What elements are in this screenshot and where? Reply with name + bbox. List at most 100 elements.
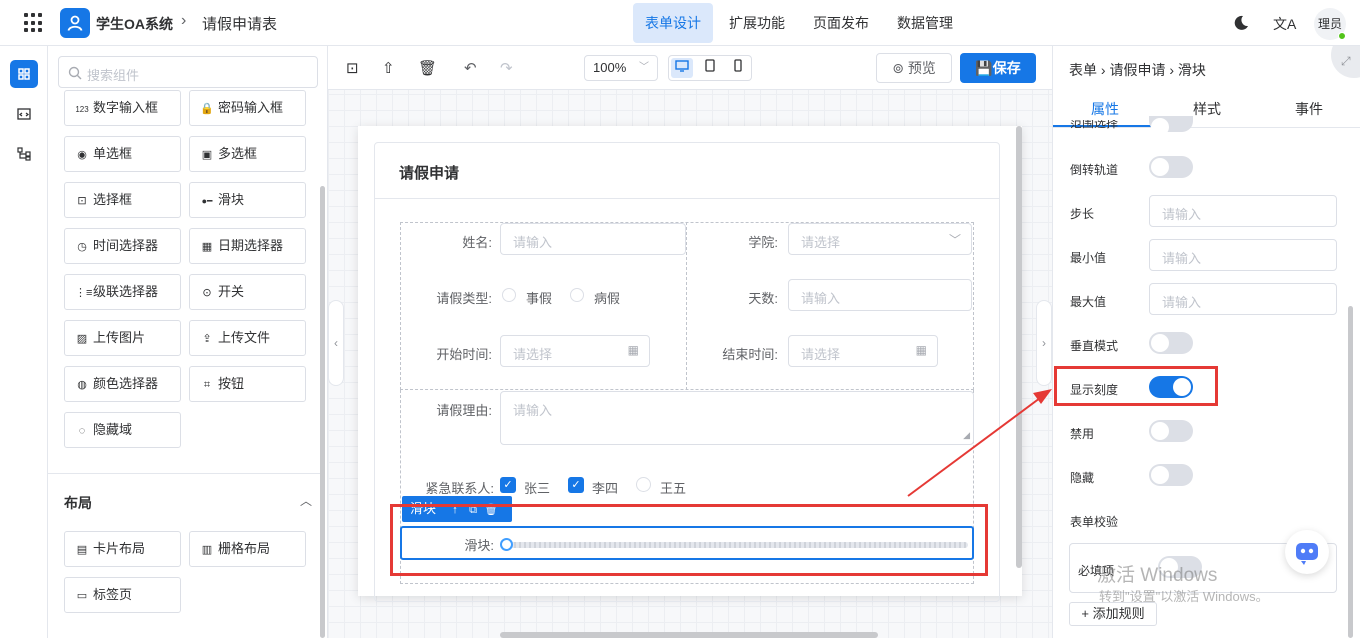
step-input[interactable]: 请输入 — [1149, 195, 1337, 227]
comp-checkbox[interactable]: ▣ 多选框 — [189, 136, 306, 172]
collapse-right-button[interactable]: › — [1036, 300, 1052, 386]
canvas-vertical-scrollbar[interactable] — [1016, 126, 1022, 568]
avatar[interactable]: 理员 — [1314, 8, 1346, 40]
comp-tabs[interactable]: ▭ 标签页 — [64, 577, 181, 613]
reverse-label: 倒转轨道 — [1070, 163, 1119, 177]
component-search-input[interactable]: 搜索组件 — [58, 56, 318, 88]
comp-grid-layout[interactable]: ▥ 栅格布局 — [189, 531, 306, 567]
fullscreen-corner[interactable]: ⤢ — [1331, 46, 1360, 78]
start-date-picker[interactable]: 请选择 ▦ — [500, 335, 650, 367]
comp-upload-file[interactable]: ⇪ 上传文件 — [189, 320, 306, 356]
comp-slider[interactable]: ●━ 滑块 — [189, 182, 306, 218]
comp-label: 单选框 — [93, 146, 133, 161]
comp-date-picker[interactable]: ▦ 日期选择器 — [189, 228, 306, 264]
max-input[interactable]: 请输入 — [1149, 283, 1337, 315]
college-select[interactable]: 请选择 ﹀ — [788, 223, 972, 255]
comp-cascader[interactable]: ⋮≡级联选择器 — [64, 274, 181, 310]
comp-password-input[interactable]: 🔒 密码输入框 — [189, 90, 306, 126]
mobile-icon[interactable] — [727, 58, 749, 78]
clock-icon: ◷ — [77, 241, 87, 253]
tree-icon[interactable] — [10, 140, 38, 168]
tab-attributes[interactable]: 属性 — [1055, 99, 1155, 119]
radio-sick-leave-label: 病假 — [594, 291, 621, 306]
tab-publish[interactable]: 页面发布 — [801, 3, 881, 43]
comp-label: 标签页 — [93, 587, 133, 602]
checkbox-lisi[interactable]: ✓ — [568, 477, 584, 493]
panel-scrollbar[interactable] — [320, 186, 325, 638]
disabled-switch[interactable] — [1149, 420, 1193, 442]
export-icon[interactable]: ⇧ — [382, 59, 395, 77]
undo-icon[interactable]: ↶ — [464, 59, 477, 77]
radio-sick-leave[interactable] — [570, 288, 584, 302]
device-switcher — [668, 55, 752, 81]
collapse-left-button[interactable]: ‹ — [328, 300, 344, 386]
college-label: 学院: — [748, 235, 778, 250]
comp-number-input[interactable]: 123 数字输入框 — [64, 90, 181, 126]
canvas-horizontal-scrollbar[interactable] — [500, 632, 878, 638]
tab-data-management[interactable]: 数据管理 — [885, 3, 965, 43]
end-placeholder: 请选择 — [801, 347, 841, 362]
top-bar: 学生OA系统 › 请假申请表 表单设计 扩展功能 页面发布 数据管理 文A 理员 — [0, 0, 1360, 46]
grid-column-divider — [686, 222, 687, 390]
calendar-icon: ▦ — [627, 343, 639, 357]
vertical-switch[interactable] — [1149, 332, 1193, 354]
component-panel: 搜索组件 123 数字输入框 🔒 密码输入框 ◉ 单选框 ▣ 多选框 ⊡ 选择框 ●━ 滑块… — [48, 46, 328, 638]
canvas-toolbar: ⊡ ⇧ 🗑 ↶ ↷ 100% ﹀ ⊚ 预览 💾保存 — [328, 46, 1052, 90]
days-label: 天数: — [748, 291, 778, 306]
code-view-icon[interactable]: ⊡ — [346, 59, 359, 77]
redo-icon[interactable]: ↷ — [500, 59, 513, 77]
button-icon: ⌗ — [203, 379, 211, 391]
delete-icon[interactable]: 🗑 — [418, 59, 437, 77]
resize-handle-icon[interactable]: ◢ — [963, 430, 970, 441]
components-icon[interactable] — [10, 60, 38, 88]
hidden-switch[interactable] — [1149, 464, 1193, 486]
switch-icon: ⊙ — [202, 287, 212, 299]
palette-icon: ◍ — [77, 379, 87, 391]
apps-grid-icon[interactable] — [24, 13, 44, 33]
properties-scrollbar[interactable] — [1348, 306, 1353, 638]
comp-label: 时间选择器 — [93, 238, 159, 253]
comp-time-picker[interactable]: ◷ 时间选择器 — [64, 228, 181, 264]
preview-button[interactable]: ⊚ 预览 — [876, 53, 952, 83]
dark-mode-icon[interactable] — [1232, 14, 1250, 32]
add-rule-button[interactable]: + 添加规则 — [1069, 602, 1157, 626]
user-name: 理员 — [1317, 17, 1342, 31]
online-status-dot — [1338, 32, 1346, 40]
checkbox-zhangsan[interactable]: ✓ — [500, 477, 516, 493]
name-input[interactable]: 请输入 — [500, 223, 686, 255]
comp-color-picker[interactable]: ◍ 颜色选择器 — [64, 366, 181, 402]
tab-form-design[interactable]: 表单设计 — [633, 3, 713, 43]
disabled-label: 禁用 — [1070, 427, 1095, 441]
checkbox-lisi-label: 李四 — [592, 481, 619, 496]
comp-radio[interactable]: ◉ 单选框 — [64, 136, 181, 172]
preview-icon: ⊚ — [892, 60, 904, 76]
comp-button[interactable]: ⌗ 按钮 — [189, 366, 306, 402]
days-input[interactable]: 请输入 — [788, 279, 972, 311]
translate-icon[interactable]: 文A — [1273, 14, 1296, 34]
zoom-select[interactable]: 100% ﹀ — [584, 55, 658, 81]
lock-icon: 🔒 — [200, 103, 214, 115]
range-select-switch[interactable] — [1149, 116, 1193, 136]
tab-events[interactable]: 事件 — [1259, 99, 1359, 119]
code-icon[interactable] — [10, 100, 38, 128]
assistant-bot-icon[interactable] — [1285, 530, 1329, 574]
comp-select[interactable]: ⊡ 选择框 — [64, 182, 181, 218]
min-input[interactable]: 请输入 — [1149, 239, 1337, 271]
end-date-picker[interactable]: 请选择 ▦ — [788, 335, 938, 367]
tab-extensions[interactable]: 扩展功能 — [717, 3, 797, 43]
save-button[interactable]: 💾保存 — [960, 53, 1036, 83]
tablet-icon[interactable] — [699, 58, 721, 78]
desktop-icon[interactable] — [671, 58, 693, 78]
leave-type-label: 请假类型: — [436, 291, 492, 306]
radio-personal-leave[interactable] — [502, 288, 516, 302]
comp-hidden-field[interactable]: ◌ 隐藏域 — [64, 412, 181, 448]
properties-panel: 表单 › 请假申请 › 滑块 ⤢ 属性 样式 事件 范围选择 倒转轨道 步长 请… — [1052, 46, 1360, 638]
comp-card-layout[interactable]: ▤ 卡片布局 — [64, 531, 181, 567]
comp-upload-image[interactable]: ▨ 上传图片 — [64, 320, 181, 356]
checkbox-wangwu[interactable] — [636, 477, 651, 492]
comp-label: 卡片布局 — [93, 541, 146, 556]
chevron-up-icon[interactable]: ︿ — [300, 492, 312, 509]
reverse-switch[interactable] — [1149, 156, 1193, 178]
reason-textarea[interactable]: 请输入 ◢ — [500, 391, 974, 445]
comp-switch[interactable]: ⊙ 开关 — [189, 274, 306, 310]
